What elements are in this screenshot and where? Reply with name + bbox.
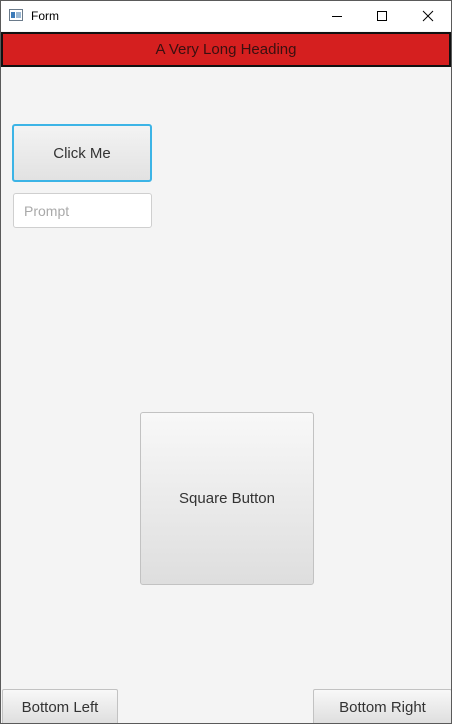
title-bar[interactable]: Form [1,1,451,31]
close-button[interactable] [405,1,451,31]
window-title: Form [31,9,59,23]
bottom-right-button[interactable]: Bottom Right [313,689,451,723]
close-icon [422,10,434,22]
square-button[interactable]: Square Button [140,412,314,585]
prompt-input[interactable] [13,193,152,228]
heading-text: A Very Long Heading [155,41,297,58]
minimize-icon [332,16,342,17]
app-window-icon [9,9,23,21]
heading-banner: A Very Long Heading [1,32,451,67]
maximize-button[interactable] [359,1,405,31]
click-me-button[interactable]: Click Me [12,124,152,182]
minimize-button[interactable] [314,1,360,31]
form-window: Form A Very Long Heading Click Me Square… [0,0,452,724]
bottom-left-button[interactable]: Bottom Left [2,689,118,723]
maximize-icon [377,11,387,21]
